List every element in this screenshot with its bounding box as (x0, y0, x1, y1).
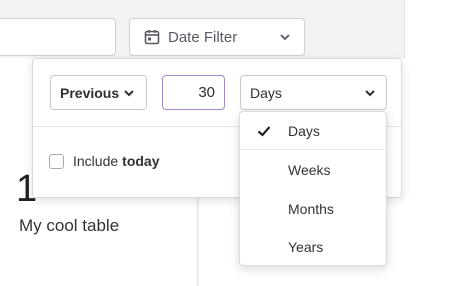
period-select-value: Previous (60, 84, 120, 101)
date-filter-label: Date Filter (168, 28, 238, 46)
unit-option-weeks[interactable]: Weeks (240, 151, 386, 189)
table-name: My cool table (19, 216, 120, 235)
unit-select-value: Days (250, 84, 282, 101)
unit-dropdown-menu: Days Weeks Months Years (239, 111, 387, 266)
date-filter-button[interactable]: Date Filter (129, 18, 305, 56)
unit-option-months[interactable]: Months (240, 190, 386, 228)
chevron-down-icon (280, 34, 290, 41)
include-today-row[interactable]: Include today (49, 153, 160, 169)
count-input[interactable]: 30 (162, 75, 225, 110)
chevron-down-icon (365, 89, 375, 96)
unit-option-days[interactable]: Days (240, 112, 386, 150)
period-select[interactable]: Previous (50, 75, 147, 110)
chevron-down-icon (124, 89, 134, 96)
include-today-label: Include (73, 153, 119, 169)
include-today-checkbox[interactable] (49, 153, 64, 169)
unit-option-years[interactable]: Years (240, 228, 386, 266)
calendar-icon (144, 30, 160, 45)
include-today-bold: today (122, 153, 160, 169)
count-input-value: 30 (198, 84, 215, 101)
filter-input[interactable] (0, 18, 116, 56)
check-icon (257, 126, 271, 137)
unit-select[interactable]: Days (240, 75, 387, 110)
